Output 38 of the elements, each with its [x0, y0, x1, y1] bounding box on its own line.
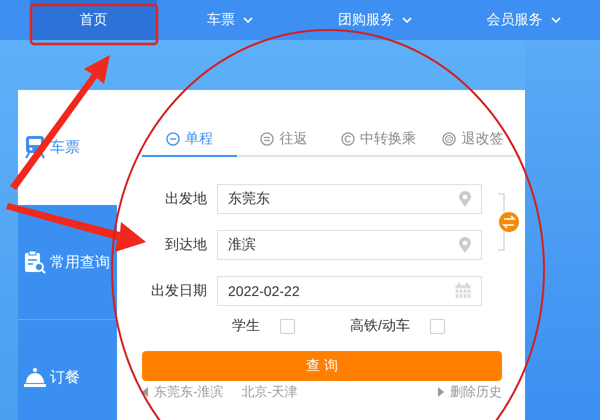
seal-circle-icon: [442, 132, 456, 146]
history-link[interactable]: 东莞东-淮滨: [154, 383, 224, 401]
nav-tab[interactable]: 团购服务: [303, 0, 447, 40]
clear-history-link[interactable]: 删除历史: [450, 383, 502, 401]
option-label: 学生: [232, 317, 260, 335]
left-triangle-icon: [142, 387, 148, 397]
right-triangle-icon: [438, 387, 444, 397]
nav-tab[interactable]: 首页: [30, 0, 157, 40]
clipboard-search-icon: [23, 250, 47, 274]
date-field[interactable]: 2022-02-22: [217, 276, 482, 306]
field-value: 淮滨: [228, 236, 256, 254]
search-button[interactable]: 查 询: [142, 351, 502, 381]
location-pin-icon: [459, 191, 471, 207]
sidebar-item[interactable]: 常用查询: [18, 205, 117, 320]
minus-circle-icon: [166, 132, 180, 146]
nav-tab[interactable]: 车票: [157, 0, 303, 40]
service-bell-icon: [23, 365, 47, 389]
trip-tab[interactable]: 往返: [236, 123, 331, 157]
history-link[interactable]: 北京-天津: [241, 383, 298, 401]
checkbox[interactable]: [430, 318, 445, 334]
cycle-circle-icon: [340, 132, 355, 146]
option-label: 高铁/动车: [350, 317, 410, 335]
nav-tab[interactable]: 会员服务: [447, 0, 600, 40]
trip-tab[interactable]: 单程: [142, 123, 236, 157]
trip-tab[interactable]: 中转换乘: [331, 123, 426, 157]
field-label: 出发日期: [150, 282, 207, 300]
field-label: 出发地: [164, 190, 207, 208]
sidebar-item[interactable]: 订餐: [18, 320, 117, 420]
station-field[interactable]: 淮滨: [217, 230, 482, 260]
trip-tab[interactable]: 退改签: [426, 123, 520, 157]
location-pin-icon: [459, 237, 471, 253]
field-value: 2022-02-22: [228, 283, 300, 299]
station-field[interactable]: 东莞东: [217, 184, 482, 214]
calendar-icon: [455, 283, 471, 299]
checkbox[interactable]: [280, 318, 295, 334]
field-value: 东莞东: [228, 190, 270, 208]
field-label: 到达地: [164, 236, 207, 254]
equal-circle-icon: [260, 132, 274, 146]
